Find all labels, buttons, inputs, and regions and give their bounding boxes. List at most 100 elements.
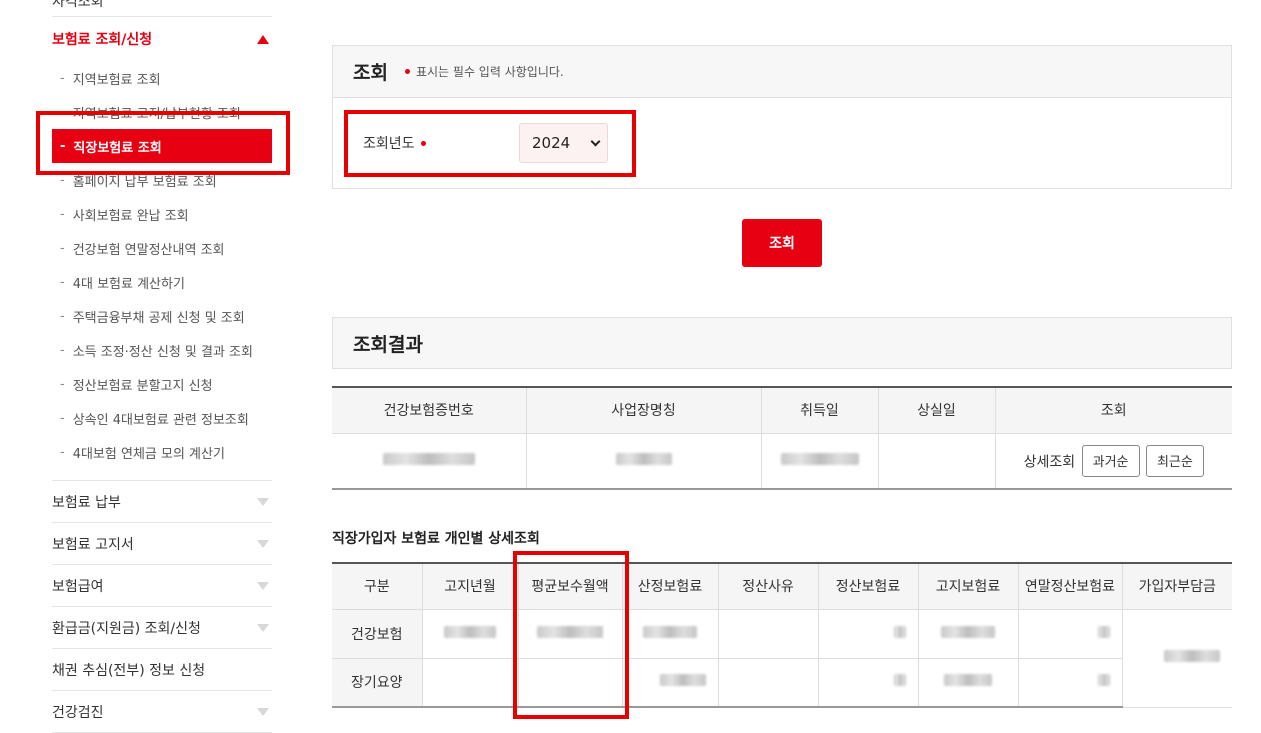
menu-label: 보험료 납부 — [52, 494, 121, 511]
settlement-premium-cell — [817, 658, 918, 708]
redacted-value — [659, 674, 706, 687]
search-panel-title: 조회 — [353, 62, 388, 84]
sub-item-label: 소득 조정·정산 신청 및 결과 조회 — [72, 344, 253, 360]
triangle-down-icon — [257, 581, 269, 590]
dash-icon: - — [60, 70, 65, 86]
year-select[interactable]: 2024 — [519, 123, 608, 163]
sub-item-regional-premium[interactable]: - 지역보험료 조회 — [52, 61, 272, 95]
triangle-down-icon — [257, 707, 269, 716]
redacted-value — [1097, 674, 1110, 687]
dash-icon: - — [60, 444, 65, 460]
redacted-value — [1164, 650, 1220, 662]
settlement-premium-cell — [817, 609, 918, 659]
sub-item-late-fee-calculator[interactable]: -4대보험 연체금 모의 계산기 — [52, 435, 272, 469]
avg-salary-cell — [517, 658, 622, 708]
menu-debt-collection[interactable]: 채권 추심(전부) 정보 신청 — [52, 649, 272, 691]
sub-item-label: 사회보험료 완납 조회 — [72, 208, 189, 224]
settlement-reason-cell — [717, 609, 818, 659]
menu-label: 보험료 조회/신청 — [52, 32, 153, 48]
order-recent-button[interactable]: 최근순 — [1145, 444, 1204, 477]
notice-premium-cell — [917, 609, 1018, 659]
dash-icon: - — [60, 206, 65, 222]
search-button[interactable]: 조회 — [742, 219, 822, 267]
order-past-button[interactable]: 과거순 — [1081, 444, 1140, 477]
redacted-value — [444, 625, 496, 638]
sub-item-installment-billing[interactable]: - 정산보험료 분할고지 신청 — [52, 367, 272, 401]
search-panel-body: 조회년도 2024 — [333, 98, 1231, 188]
detail-section-title: 직장가입자 보험료 개인별 상세조회 — [332, 531, 540, 547]
sub-item-label: 주택금융부채 공제 신청 및 조회 — [72, 310, 245, 326]
column-header: 산정보험료 — [621, 563, 718, 610]
column-header: 정산사유 — [717, 563, 818, 610]
sub-item-label: 홈페이지 납부 보험료 조회 — [72, 174, 217, 190]
detail-inquiry-label: 상세조회 — [1023, 454, 1076, 471]
year-end-premium-cell — [1017, 658, 1122, 708]
sub-item-workplace-premium[interactable]: - 직장보험료 조회 — [52, 129, 272, 163]
notice-premium-cell — [917, 658, 1018, 708]
column-header: 상실일 — [877, 387, 995, 434]
dash-icon: - — [60, 104, 65, 120]
dash-icon: - — [60, 376, 65, 392]
avg-salary-cell — [517, 609, 622, 659]
calculated-premium-cell — [621, 658, 718, 708]
sub-item-label: 지역보험료 고지/납부현황 조회 — [72, 106, 241, 122]
row-label-health: 건강보험 — [332, 609, 422, 659]
dash-icon: - — [60, 274, 65, 290]
result-table: 건강보험증번호 사업장명칭 취득일 상실일 조회 상세조회 과거순 최근순 — [332, 386, 1232, 490]
chevron-down-icon — [590, 136, 601, 146]
sub-item-social-insurance-paid[interactable]: - 사회보험료 완납 조회 — [52, 197, 272, 231]
redacted-value — [944, 674, 992, 687]
sidebar-nav: 자격조회 보험료 조회/신청 - 지역보험료 조회 - 지역보험료 고지/납부현황 … — [52, 0, 272, 733]
menu-label: 보험급여 — [52, 578, 104, 595]
sub-item-label: 지역보험료 조회 — [72, 72, 161, 88]
menu-premium-inquiry[interactable]: 보험료 조회/신청 — [52, 17, 272, 61]
dash-icon: - — [60, 240, 65, 256]
result-panel-header: 조회결과 — [332, 317, 1232, 369]
year-label-text: 조회년도 — [363, 136, 415, 152]
dash-icon: - — [60, 308, 65, 324]
sub-item-label: 4대보험 연체금 모의 계산기 — [72, 446, 225, 462]
sub-item-label: 상속인 4대보험료 관련 정보조회 — [72, 412, 249, 428]
sidebar-top-cut-label: 자격조회 — [52, 0, 104, 10]
table-row: 건강보험 — [332, 609, 1232, 708]
result-panel-title: 조회결과 — [353, 333, 423, 356]
table-row: 장기요양 — [332, 658, 1232, 708]
menu-premium-notice[interactable]: 보험료 고지서 — [52, 523, 272, 565]
sub-item-homepage-payment[interactable]: - 홈페이지 납부 보험료 조회 — [52, 163, 272, 197]
menu-premium-payment[interactable]: 보험료 납부 — [52, 481, 272, 523]
sub-item-label: 정산보험료 분할고지 신청 — [72, 378, 213, 394]
calculated-premium-cell — [621, 609, 718, 659]
sub-item-heir-info[interactable]: - 상속인 4대보험료 관련 정보조회 — [52, 401, 272, 435]
triangle-down-icon — [257, 539, 269, 548]
sub-item-housing-debt-deduction[interactable]: - 주택금융부채 공제 신청 및 조회 — [52, 299, 272, 333]
inquiry-cell: 상세조회 과거순 최근순 — [994, 433, 1232, 490]
dash-icon: - — [60, 172, 65, 188]
notice-month-cell — [421, 658, 518, 708]
sub-item-regional-billing-status[interactable]: - 지역보험료 고지/납부현황 조회 — [52, 95, 272, 129]
required-dot-icon — [420, 140, 426, 146]
menu-label: 보험료 고지서 — [52, 536, 134, 553]
redacted-value — [893, 674, 906, 687]
sub-item-label: 직장보험료 조회 — [73, 140, 162, 156]
workplace-name-cell — [525, 433, 761, 490]
sub-item-income-adjustment[interactable]: - 소득 조정·정산 신청 및 결과 조회 — [52, 333, 272, 367]
insurance-number-cell — [332, 433, 526, 490]
menu-refund[interactable]: 환급금(지원금) 조회/신청 — [52, 607, 272, 649]
sidebar-top-cut: 자격조회 — [52, 0, 272, 17]
menu-health-checkup[interactable]: 건강검진 — [52, 691, 272, 733]
column-header: 고지보험료 — [917, 563, 1018, 610]
redacted-value — [382, 452, 475, 465]
menu-label: 채권 추심(전부) 정보 신청 — [52, 662, 206, 679]
sub-item-year-end-settlement[interactable]: - 건강보험 연말정산내역 조회 — [52, 231, 272, 265]
redacted-value — [643, 625, 697, 638]
redacted-value — [1097, 625, 1110, 638]
submenu-premium-inquiry: - 지역보험료 조회 - 지역보험료 고지/납부현황 조회 - 직장보험료 조회 -홈… — [52, 61, 272, 481]
sub-item-premium-calculator[interactable]: -4대 보험료 계산하기 — [52, 265, 272, 299]
required-note: 표시는 필수 입력 사항입니다. — [415, 65, 564, 79]
dash-icon: - — [60, 138, 66, 154]
notice-month-cell — [421, 609, 518, 659]
redacted-value — [941, 625, 995, 638]
menu-insurance-benefits[interactable]: 보험급여 — [52, 565, 272, 607]
triangle-down-icon — [257, 497, 269, 506]
row-label-long-term-care: 장기요양 — [332, 658, 422, 708]
